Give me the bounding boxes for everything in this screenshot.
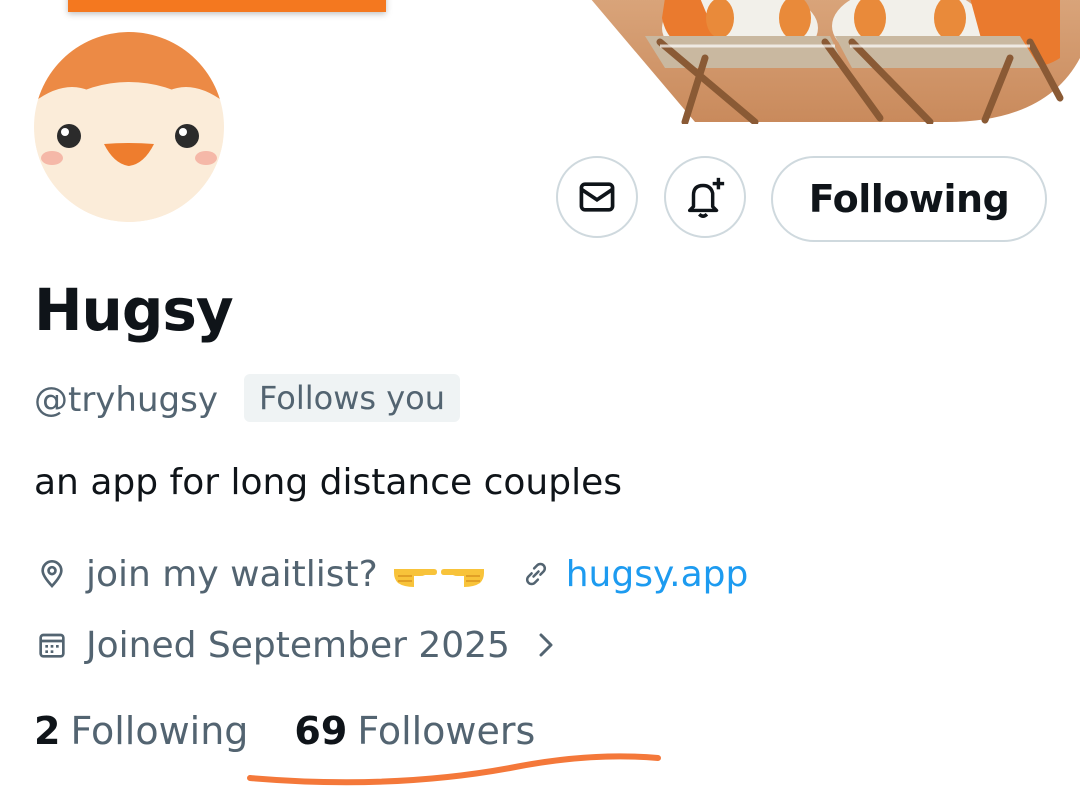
display-name: Hugsy <box>34 276 234 344</box>
following-count: 2 <box>34 709 61 753</box>
pointing-hands-emoji <box>390 557 488 591</box>
bio: an app for long distance couples <box>34 462 622 503</box>
profile-meta-row: join my waitlist? hugsy.app <box>34 549 748 599</box>
following-button[interactable]: Following <box>771 156 1047 242</box>
calendar-icon <box>34 627 70 663</box>
pointing-left-hand-icon <box>440 569 484 587</box>
profile-page: Following Hugsy @tryhugsy Follows you an… <box>0 0 1080 801</box>
notifications-button[interactable] <box>664 156 746 238</box>
joined-date: Joined September 2025 <box>86 624 510 666</box>
following-stat-label: Following <box>70 709 249 753</box>
location-text: join my waitlist? <box>86 553 378 595</box>
joined-row[interactable]: Joined September 2025 <box>34 620 558 670</box>
pointing-right-hand-icon <box>393 569 437 587</box>
location-pin-icon <box>34 556 70 592</box>
annotation-underline <box>247 753 661 786</box>
penguin-logo <box>34 32 224 222</box>
bell-plus-icon <box>687 177 725 218</box>
handle: @tryhugsy <box>34 380 218 420</box>
message-button[interactable] <box>556 156 638 238</box>
envelope-icon <box>579 182 615 212</box>
banner-orange-tag <box>68 0 386 12</box>
follows-you-badge: Follows you <box>244 374 461 422</box>
website-link[interactable]: hugsy.app <box>566 554 749 595</box>
chevron-right-icon <box>536 630 558 660</box>
following-stat[interactable]: 2 Following <box>34 709 248 753</box>
avatar[interactable] <box>30 28 228 226</box>
banner-image <box>591 0 1080 124</box>
link-icon <box>518 556 554 592</box>
